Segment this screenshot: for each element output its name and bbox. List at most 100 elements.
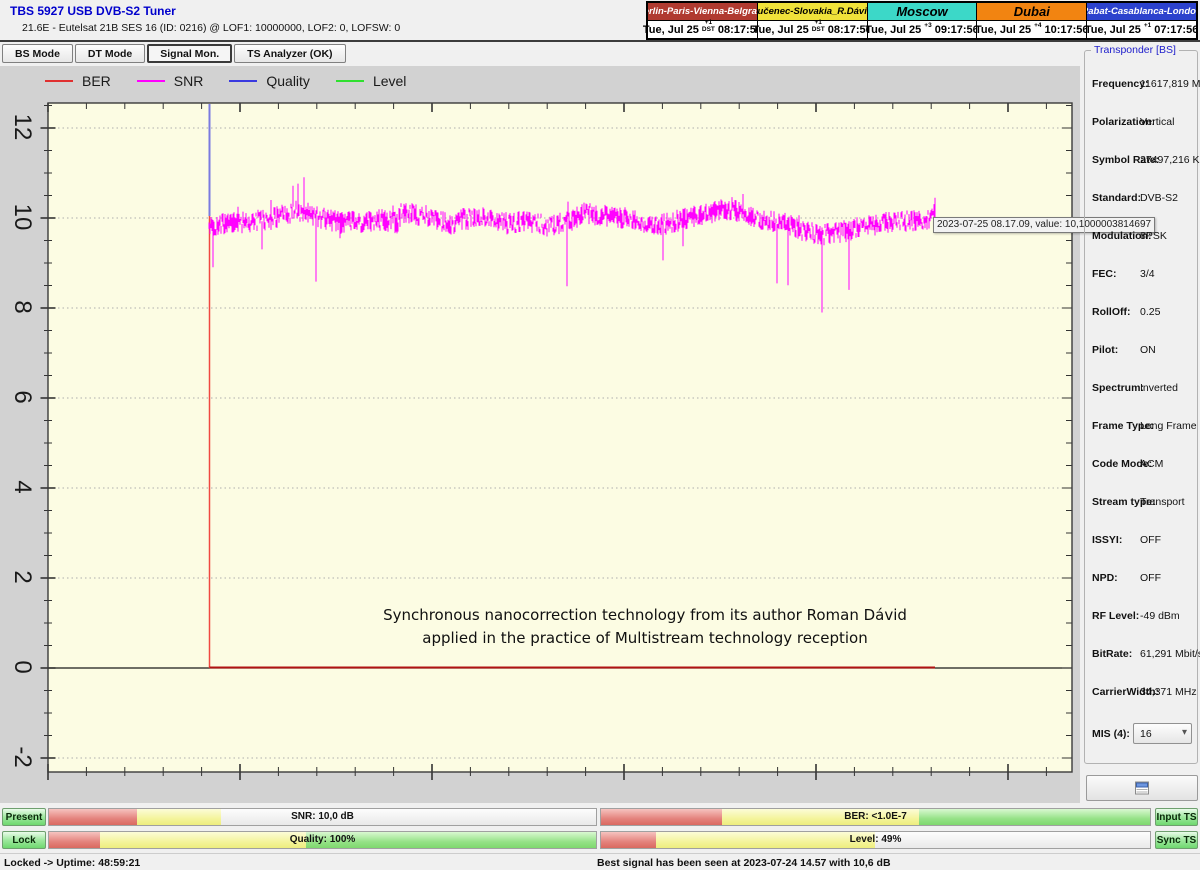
transponder-row: FEC:3/4: [1085, 268, 1199, 282]
quality-progress-bar: Quality: 100%: [48, 831, 597, 849]
clock-time: Tue, Jul 25+1DST08:17:56: [648, 20, 757, 38]
transponder-value: 34,371 MHz: [1140, 686, 1197, 698]
tab-ts-analyzer[interactable]: TS Analyzer (OK): [234, 44, 345, 63]
ber-bar-label: BER: <1.0E-7: [601, 811, 1150, 822]
transponder-value: 61,291 Mbit/s: [1140, 648, 1200, 660]
legend-swatch: [137, 80, 165, 82]
quality-bar-label: Quality: 100%: [49, 834, 596, 845]
transponder-value: Long Frame: [1140, 420, 1197, 432]
clock-column: Moscow Tue, Jul 25+3 09:17:56: [867, 3, 977, 38]
legend-swatch: [229, 80, 257, 82]
legend-item-level: Level: [336, 73, 406, 89]
transponder-row: Polarization:Vertical: [1085, 116, 1199, 130]
legend-label: BER: [82, 73, 111, 89]
present-button[interactable]: Present: [2, 808, 46, 826]
transponder-row: Modulation:8PSK: [1085, 230, 1199, 244]
window-title: TBS 5927 USB DVB-S2 Tuner: [10, 4, 176, 18]
transponder-label: BitRate:: [1092, 648, 1132, 660]
tab-dt-mode[interactable]: DT Mode: [75, 44, 145, 63]
clock-time: Tue, Jul 25+3 09:17:56: [868, 20, 977, 38]
transponder-row: NPD:OFF: [1085, 572, 1199, 586]
legend-label: Level: [373, 73, 406, 89]
clock-city-name: Berlin-Paris-Vienna-Belgrade: [648, 3, 757, 20]
transponder-label: Pilot:: [1092, 344, 1118, 356]
transponder-value: DVB-S2: [1140, 192, 1178, 204]
chart-legend: BER SNR Quality Level: [45, 73, 432, 89]
transponder-label: FEC:: [1092, 268, 1117, 280]
y-tick-label: 10: [0, 197, 44, 237]
clock-column: Berlin-Paris-Vienna-BelgradeTue, Jul 25+…: [648, 3, 757, 38]
annotation-line-1: Synchronous nanocorrection technology fr…: [360, 604, 930, 627]
transponder-value: ACM: [1140, 458, 1163, 470]
clock-date: Tue, Jul 25: [643, 24, 699, 36]
clock-hms: 07:17:56: [1154, 24, 1198, 36]
legend-swatch: [45, 80, 73, 82]
transponder-value: Vertical: [1140, 116, 1174, 128]
clock-city-name: Moscow: [868, 3, 977, 20]
transponder-panel: Transponder [BS] Frequency:11617,819 MHz…: [1084, 50, 1198, 764]
lock-button[interactable]: Lock: [2, 831, 46, 849]
transponder-row: BitRate: 61,291 Mbit/s: [1085, 648, 1199, 662]
level-bar-label: Level: 49%: [601, 834, 1150, 845]
chevron-down-icon: ▾: [1182, 727, 1187, 738]
world-clock-strip: Berlin-Paris-Vienna-BelgradeTue, Jul 25+…: [646, 1, 1198, 40]
clock-utc-offset: +1DST: [812, 20, 825, 33]
status-lock-uptime: Locked -> Uptime: 48:59:21: [4, 857, 140, 869]
clock-date: Tue, Jul 25: [865, 24, 921, 36]
snr-progress-bar: SNR: 10,0 dB: [48, 808, 597, 826]
clock-column: Lučenec-Slovakia_R.DávidTue, Jul 25+1DST…: [757, 3, 867, 38]
mis-label: MIS (4):: [1092, 728, 1130, 740]
status-bar: Locked -> Uptime: 48:59:21 Best signal h…: [0, 853, 1200, 870]
clock-time: Tue, Jul 25+1DST08:17:56: [758, 20, 867, 38]
transponder-label: RF Level:: [1092, 610, 1139, 622]
transponder-value: 11617,819 MHz: [1140, 78, 1200, 90]
mis-dropdown[interactable]: 16 ▾: [1133, 723, 1192, 744]
clock-time: Tue, Jul 25+107:17:56: [1087, 20, 1196, 38]
transponder-value: 8PSK: [1140, 230, 1167, 242]
annotation-line-2: applied in the practice of Multistream t…: [360, 627, 930, 650]
header-separator: [0, 40, 1200, 42]
transponder-row: Pilot: ON: [1085, 344, 1199, 358]
transponder-label: RollOff:: [1092, 306, 1131, 318]
tab-bs-mode[interactable]: BS Mode: [2, 44, 73, 63]
status-best-signal: Best signal has been seen at 2023-07-24 …: [597, 857, 891, 869]
snr-bar-label: SNR: 10,0 dB: [49, 811, 596, 822]
clock-city-name: Dubai: [977, 3, 1086, 20]
legend-item-quality: Quality: [229, 73, 310, 89]
clock-date: Tue, Jul 25: [975, 24, 1031, 36]
clock-date: Tue, Jul 25: [753, 24, 809, 36]
clock-hms: 10:17:56: [1045, 24, 1089, 36]
legend-item-snr: SNR: [137, 73, 204, 89]
y-tick-label: 4: [0, 467, 44, 507]
transponder-value: 27497,216 KS/s: [1140, 154, 1200, 166]
transponder-value: ON: [1140, 344, 1156, 356]
signal-monitor-chart[interactable]: [0, 66, 1080, 803]
legend-label: Quality: [266, 73, 310, 89]
transponder-value: OFF: [1140, 534, 1161, 546]
transponder-value: 0.25: [1140, 306, 1160, 318]
clock-column: DubaiTue, Jul 25+410:17:56: [976, 3, 1086, 38]
transponder-value: -49 dBm: [1140, 610, 1180, 622]
transponder-label: Standard:: [1092, 192, 1141, 204]
chart-plot[interactable]: [0, 66, 1080, 803]
transponder-row: Frequency:11617,819 MHz: [1085, 78, 1199, 92]
clock-hms: 09:17:56: [935, 24, 979, 36]
stream-list-button[interactable]: [1086, 775, 1198, 801]
transponder-row: Stream type:Transport: [1085, 496, 1199, 510]
transponder-row: ISSYI:OFF: [1085, 534, 1199, 548]
clock-utc-offset: +3: [924, 23, 931, 30]
legend-swatch: [336, 80, 364, 82]
transponder-row: Standard:DVB-S2: [1085, 192, 1199, 206]
transponder-row: RollOff: 0.25: [1085, 306, 1199, 320]
window-subtitle: 21.6E - Eutelsat 21B SES 16 (ID: 0216) @…: [22, 22, 400, 34]
transponder-row: RF Level:-49 dBm: [1085, 610, 1199, 624]
transponder-label: Spectrum:: [1092, 382, 1144, 394]
sync-ts-button[interactable]: Sync TS: [1155, 831, 1198, 849]
clock-city-name: Lučenec-Slovakia_R.Dávid: [758, 3, 867, 20]
input-ts-button[interactable]: Input TS: [1155, 808, 1198, 826]
y-tick-label: -2: [0, 737, 44, 777]
chart-annotation: Synchronous nanocorrection technology fr…: [360, 604, 930, 650]
tab-signal-mon[interactable]: Signal Mon.: [147, 44, 232, 63]
y-tick-label: 6: [0, 377, 44, 417]
clock-utc-offset: +1: [1144, 23, 1151, 30]
